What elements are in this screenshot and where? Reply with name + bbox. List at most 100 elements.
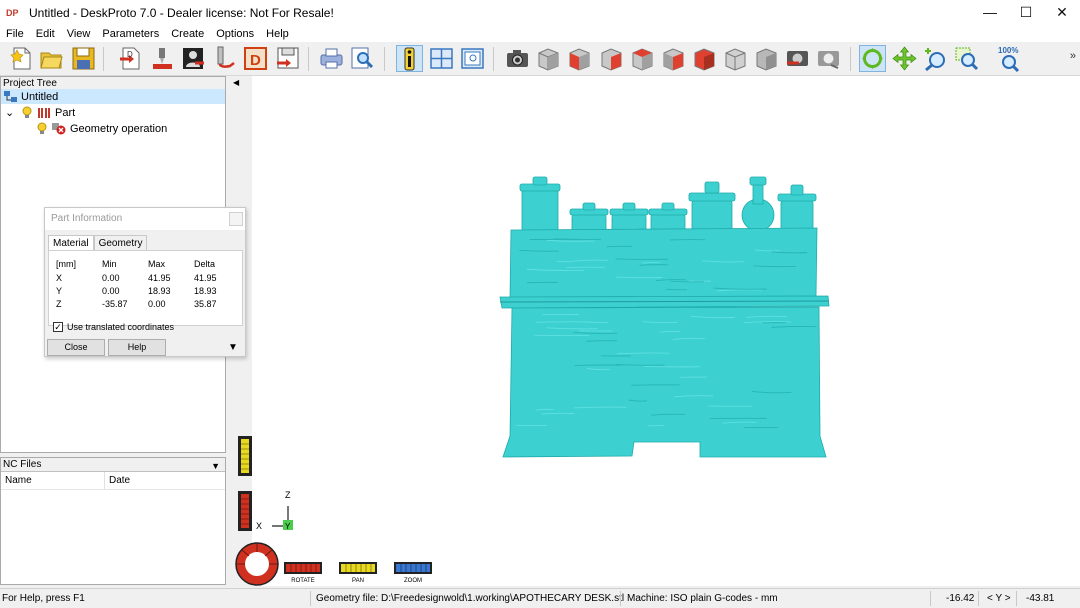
row-z-min: -35.87 [102, 299, 128, 309]
rotate-vertical-wheel[interactable] [238, 491, 252, 531]
part-info-tabs: Material Geometry [48, 235, 148, 250]
tab-material[interactable]: Material [48, 235, 94, 250]
status-coord-x: -16.42 [946, 593, 975, 604]
view-cube-2-icon[interactable] [566, 45, 593, 72]
pan-vertical-wheel[interactable] [238, 436, 252, 476]
part-info-close-icon[interactable] [229, 212, 243, 226]
photo-icon[interactable] [180, 45, 207, 72]
column-name[interactable]: Name [1, 472, 105, 489]
translated-coordinates-option[interactable]: ✓ Use translated coordinates [53, 322, 174, 332]
expand-arrow-icon[interactable]: ▼ [228, 342, 238, 353]
menu-help[interactable]: Help [260, 28, 295, 40]
single-view-icon[interactable] [459, 45, 486, 72]
column-date[interactable]: Date [105, 472, 225, 489]
cutter-icon[interactable] [212, 45, 239, 72]
status-bar: For Help, press F1 Geometry file: D:\Fre… [0, 588, 1080, 608]
3d-viewport[interactable]: Z X Y ROTATE PAN ZOOM [235, 76, 1080, 586]
translated-coordinates-checkbox[interactable]: ✓ [53, 322, 63, 332]
lightbulb-icon[interactable] [35, 122, 49, 135]
row-x-max: 41.95 [148, 273, 171, 283]
flask [741, 176, 775, 232]
view-cube-6-icon[interactable] [691, 45, 718, 72]
row-y-delta: 18.93 [194, 286, 217, 296]
tree-item-untitled[interactable]: Untitled [1, 89, 225, 104]
tree-label: Geometry operation [70, 122, 168, 135]
wood-grain-streak [574, 364, 623, 366]
menu-view[interactable]: View [61, 28, 97, 40]
print-preview-icon[interactable] [349, 45, 376, 72]
maximize-button[interactable]: ☐ [1008, 0, 1044, 25]
status-axis-label: < Y > [987, 593, 1011, 604]
zoom-wheel[interactable]: ZOOM [394, 562, 432, 585]
expand-chevron-icon[interactable]: ⌄ [5, 106, 17, 119]
pan-wheel[interactable]: PAN [339, 562, 377, 585]
menu-edit[interactable]: Edit [30, 28, 61, 40]
part-info-table: [mm] Min Max Delta X 0.00 41.95 41.95 Y … [48, 250, 243, 326]
wood-grain-streak [666, 288, 688, 291]
menu-parameters[interactable]: Parameters [96, 28, 165, 40]
help-button[interactable]: Help [108, 339, 166, 356]
new-icon[interactable] [8, 45, 35, 72]
tab-geometry[interactable]: Geometry [93, 235, 148, 250]
pan-label: PAN [352, 578, 364, 584]
view-cube-3-icon[interactable] [598, 45, 625, 72]
header-unit: [mm] [56, 259, 76, 269]
menu-create[interactable]: Create [165, 28, 210, 40]
tree-item-part[interactable]: ⌄ Part [5, 105, 75, 120]
rotate-dial[interactable] [232, 538, 282, 586]
model-view[interactable] [252, 76, 1080, 586]
svg-text:D: D [250, 52, 261, 69]
row-y-label: Y [56, 286, 63, 296]
view-cube-5-icon[interactable] [660, 45, 687, 72]
zoom-icon[interactable] [922, 45, 949, 72]
nc-files-dropdown[interactable]: ▼ [211, 459, 220, 473]
info-icon[interactable] [396, 45, 423, 72]
header-delta: Delta [194, 259, 216, 269]
pan-icon[interactable] [891, 45, 918, 72]
toolbar: D D 100% » [0, 42, 1080, 76]
split-view-icon[interactable] [428, 45, 455, 72]
lightbulb-icon[interactable] [20, 106, 34, 119]
nc-files-panel: NC Files ▼ Name Date [0, 457, 226, 585]
import-icon[interactable]: D [117, 45, 144, 72]
save-icon[interactable] [70, 45, 97, 72]
row-z-label: Z [56, 299, 62, 309]
collapse-panel-icon[interactable]: ◀ [233, 78, 239, 87]
row-y-min: 0.00 [102, 286, 120, 296]
printer-icon[interactable] [318, 45, 345, 72]
open-folder-icon[interactable] [38, 45, 65, 72]
render-icon[interactable] [784, 45, 811, 72]
design-icon[interactable]: D [242, 45, 269, 72]
view-cube-4-icon[interactable] [629, 45, 656, 72]
translated-coordinates-label: Use translated coordinates [67, 322, 175, 332]
close-button[interactable]: ✕ [1044, 0, 1080, 25]
axis-x-label: X [256, 521, 262, 531]
jar-3 [609, 202, 649, 233]
axis-indicator: Z X Y [256, 490, 293, 531]
tree-item-geometry-operation[interactable]: Geometry operation [35, 121, 167, 136]
view-cube-1-icon[interactable] [535, 45, 562, 72]
machine-icon[interactable] [149, 45, 176, 72]
view-cube-7-icon[interactable] [722, 45, 749, 72]
view-cube-8-icon[interactable] [753, 45, 780, 72]
row-x-label: X [56, 273, 63, 283]
menu-file[interactable]: File [0, 28, 30, 40]
jar-5 [688, 181, 736, 233]
rotate-icon[interactable] [859, 45, 886, 72]
row-x-min: 0.00 [102, 273, 120, 283]
zoom-100-icon[interactable]: 100% [996, 45, 1023, 73]
part-information-titlebar: Part Information [45, 208, 245, 230]
toolbar-overflow[interactable]: » [1070, 50, 1076, 62]
row-z-max: 0.00 [148, 299, 166, 309]
minimize-button[interactable]: — [972, 0, 1008, 25]
close-dialog-button[interactable]: Close [47, 339, 105, 356]
axis-y-label: Y [285, 522, 291, 531]
zoom-window-icon[interactable] [953, 45, 980, 72]
app-icon: DP [6, 7, 19, 18]
rotate-wheel[interactable]: ROTATE [284, 562, 322, 585]
render-wire-icon[interactable] [815, 45, 842, 72]
operation-error-icon [52, 122, 66, 135]
menu-options[interactable]: Options [210, 28, 260, 40]
export-icon[interactable] [274, 45, 301, 72]
camera-icon[interactable] [504, 45, 531, 72]
